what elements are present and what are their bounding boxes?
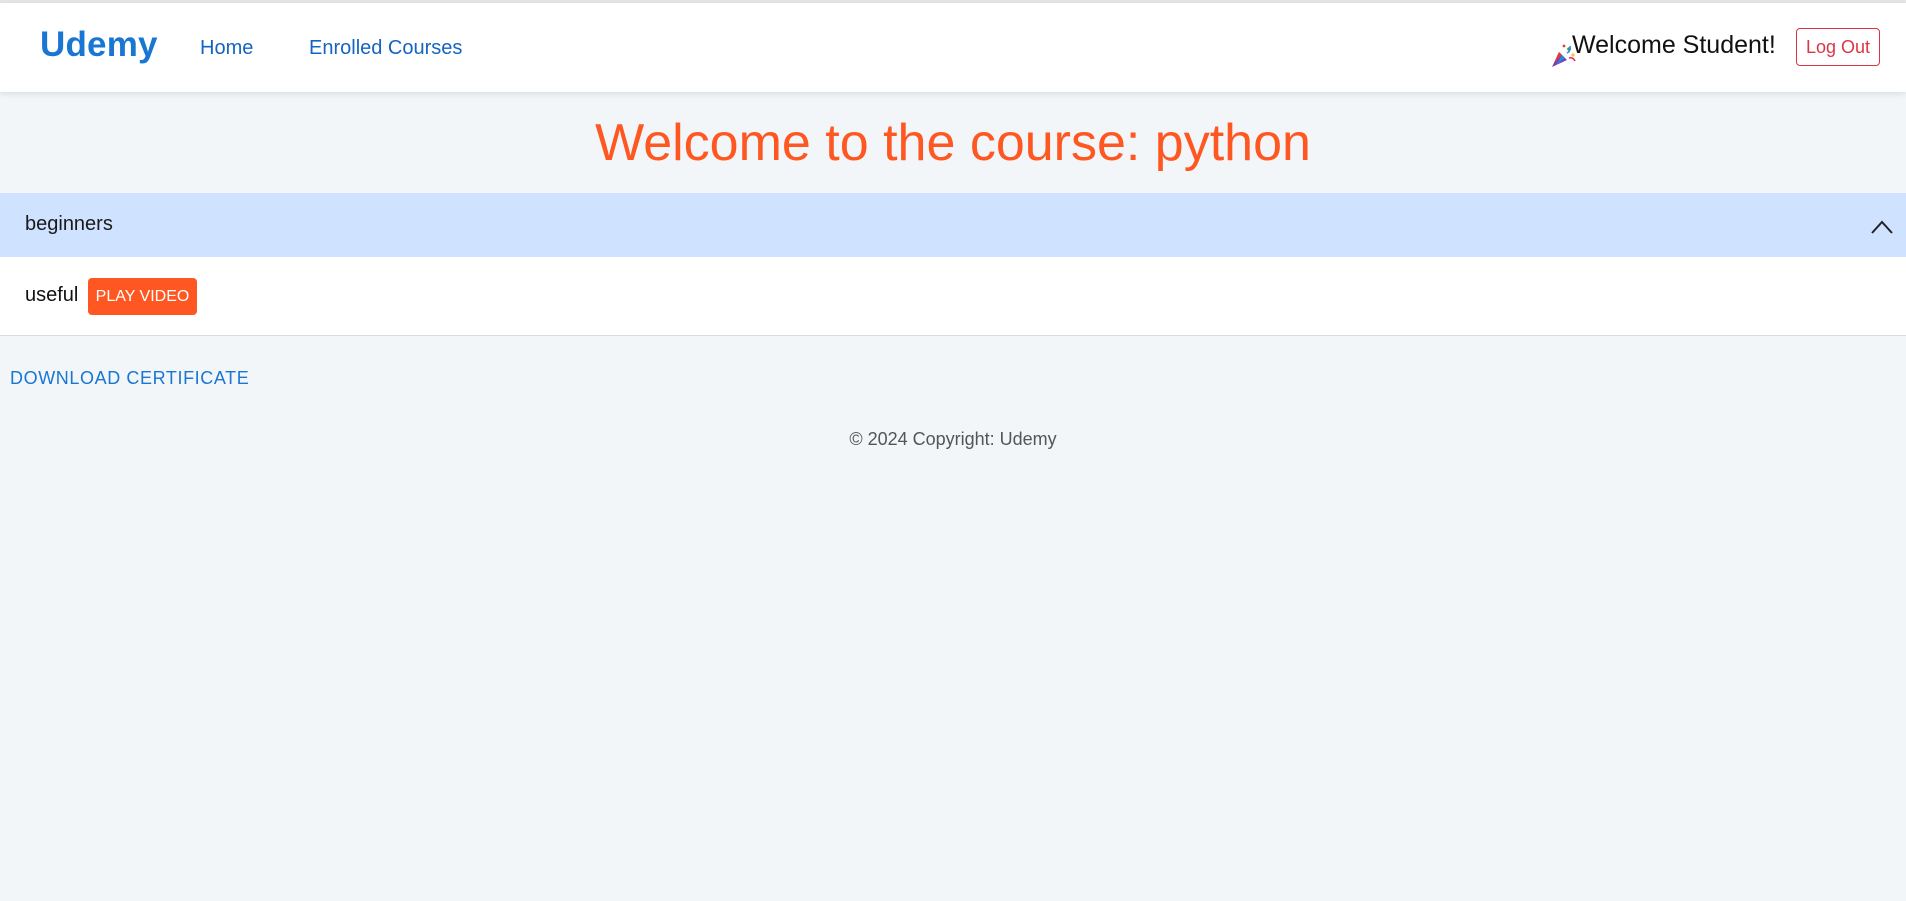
download-certificate-link[interactable]: DOWNLOAD CERTIFICATE bbox=[10, 368, 249, 389]
accordion-header-beginners[interactable]: beginners bbox=[0, 193, 1906, 257]
play-video-button[interactable]: PLAY VIDEO bbox=[88, 278, 197, 315]
accordion-body: useful PLAY VIDEO bbox=[0, 257, 1906, 336]
navbar: Udemy Home Enrolled Courses Welcome Stud… bbox=[0, 3, 1906, 92]
nav-link-home[interactable]: Home bbox=[200, 37, 253, 60]
welcome-text: Welcome Student! bbox=[1572, 31, 1776, 59]
lesson-title: useful bbox=[25, 284, 79, 306]
chevron-up-icon[interactable] bbox=[1871, 220, 1893, 234]
nav-link-enrolled-courses[interactable]: Enrolled Courses bbox=[309, 37, 462, 60]
footer-copyright: © 2024 Copyright: Udemy bbox=[849, 429, 1057, 449]
logout-button[interactable]: Log Out bbox=[1796, 28, 1880, 66]
brand-logo[interactable]: Udemy bbox=[40, 25, 158, 65]
section-title: beginners bbox=[25, 213, 113, 235]
course-title: Welcome to the course: python bbox=[595, 114, 1311, 172]
